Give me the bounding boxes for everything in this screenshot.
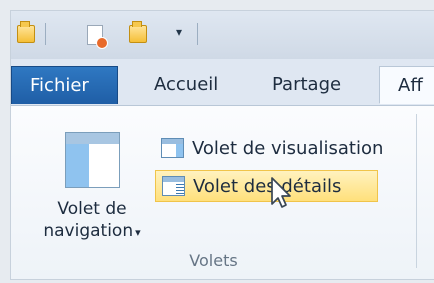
document-properties-icon[interactable] bbox=[87, 25, 108, 49]
folder-icon[interactable] bbox=[17, 21, 35, 43]
navigation-pane-icon bbox=[65, 132, 120, 188]
customize-icon[interactable]: ▾ bbox=[173, 26, 185, 38]
ribbon-tabs: Fichier Accueil Partage Aff bbox=[11, 59, 434, 106]
mouse-cursor-icon bbox=[271, 177, 291, 208]
navigation-pane-label: Volet de navigation ▾ bbox=[43, 199, 141, 241]
details-pane-icon bbox=[162, 176, 185, 196]
preview-pane-icon bbox=[161, 138, 184, 158]
tab-share[interactable]: Partage bbox=[254, 66, 359, 104]
toolbar-separator bbox=[197, 23, 198, 45]
toolbar-separator bbox=[45, 23, 46, 45]
quick-access-toolbar: ▾ bbox=[11, 11, 434, 60]
navigation-pane-button[interactable]: Volet de navigation ▾ bbox=[17, 114, 147, 249]
details-pane-label: Volet des détails bbox=[193, 175, 342, 197]
details-pane-button[interactable]: Volet des détails bbox=[155, 170, 378, 202]
tab-home[interactable]: Accueil bbox=[136, 66, 236, 104]
preview-pane-label: Volet de visualisation bbox=[192, 137, 384, 159]
group-label: Volets bbox=[189, 251, 238, 270]
chevron-down-icon: ▾ bbox=[135, 226, 141, 239]
tab-file[interactable]: Fichier bbox=[11, 66, 118, 104]
view-ribbon-panel: Volet de navigation ▾ Volet de visualisat… bbox=[11, 106, 434, 279]
new-folder-icon[interactable] bbox=[129, 21, 147, 43]
tab-view[interactable]: Aff bbox=[379, 66, 434, 104]
explorer-ribbon-window: ▾ Fichier Accueil Partage Aff Volet de n… bbox=[10, 10, 434, 280]
preview-pane-button[interactable]: Volet de visualisation bbox=[155, 132, 425, 164]
group-divider bbox=[416, 114, 417, 268]
